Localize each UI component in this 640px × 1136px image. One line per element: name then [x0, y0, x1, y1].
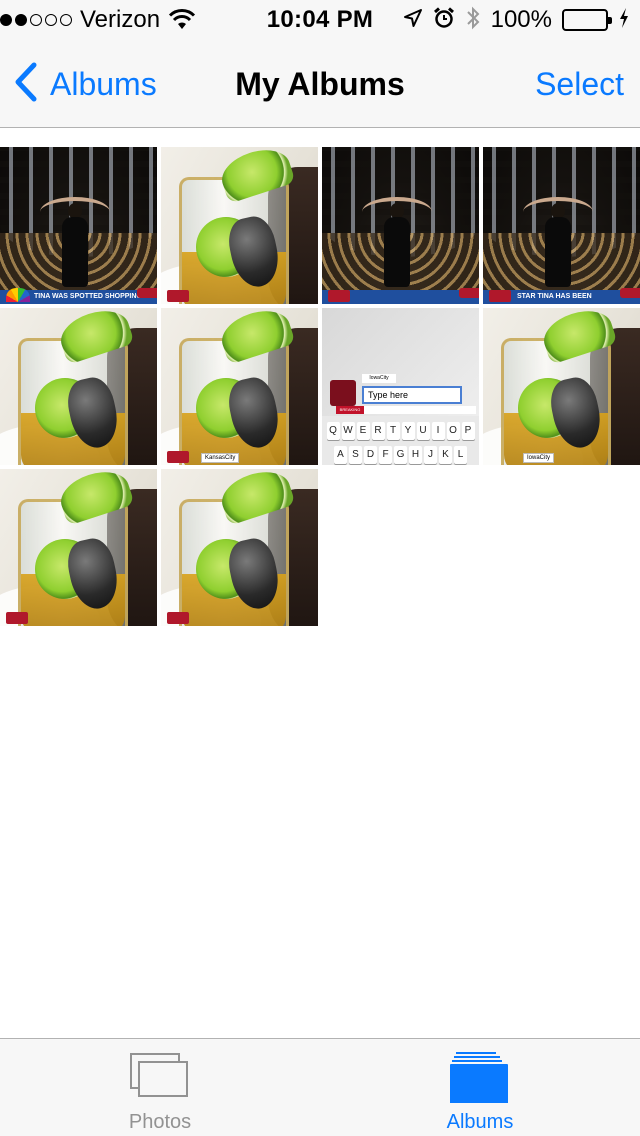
- alarm-icon: [433, 6, 455, 34]
- photo-thumbnail[interactable]: KansasCity: [161, 308, 318, 465]
- tab-photos-label: Photos: [128, 1111, 192, 1133]
- photos-icon: [0, 1051, 320, 1103]
- city-label: IowaCity: [362, 374, 396, 383]
- city-label: KansasCity: [201, 453, 240, 463]
- news-logo-icon: [167, 451, 189, 463]
- albums-icon: [320, 1051, 640, 1104]
- charging-icon: [618, 7, 630, 34]
- key: O: [446, 422, 460, 440]
- breaking-tag: BREAKING: [336, 406, 364, 414]
- tab-photos[interactable]: Photos: [0, 1039, 320, 1136]
- type-here-field: Type here: [362, 386, 462, 404]
- key: D: [364, 446, 377, 464]
- network-logo-icon: [6, 288, 30, 302]
- photo-thumbnail[interactable]: IowaCity Type here BREAKING Q W E R T Y …: [322, 308, 479, 465]
- key: U: [416, 422, 430, 440]
- keyboard-row: Q W E R T Y U I O P: [322, 422, 479, 440]
- battery-percent: 100%: [490, 6, 552, 33]
- news-logo-icon: [6, 612, 28, 624]
- navigation-bar: Albums My Albums Select: [0, 40, 640, 128]
- news-logo-icon: [167, 290, 189, 302]
- news-logo-icon: [167, 612, 189, 624]
- photo-thumbnail[interactable]: [0, 308, 157, 465]
- key: E: [356, 422, 370, 440]
- city-label: IowaCity: [523, 453, 555, 463]
- tab-albums-label: Albums: [446, 1111, 514, 1133]
- news-logo-icon: [328, 290, 350, 302]
- key: P: [461, 422, 475, 440]
- key: Y: [401, 422, 415, 440]
- keyboard: Q W E R T Y U I O P A S D F G H J K L: [322, 422, 479, 465]
- key: G: [394, 446, 407, 464]
- key: I: [431, 422, 445, 440]
- select-button[interactable]: Select: [535, 66, 624, 103]
- photo-thumbnail[interactable]: [0, 469, 157, 626]
- photo-thumbnail[interactable]: IowaCity: [483, 308, 640, 465]
- back-button-label: Albums: [50, 65, 157, 102]
- tab-bar: Photos Albums: [0, 1038, 640, 1136]
- news-logo-icon: [330, 380, 356, 406]
- key: Q: [326, 422, 340, 440]
- status-right: 100%: [403, 6, 630, 34]
- key: J: [424, 446, 437, 464]
- key: S: [349, 446, 362, 464]
- key: W: [341, 422, 355, 440]
- battery-icon: [562, 9, 612, 31]
- key: F: [379, 446, 392, 464]
- key: T: [386, 422, 400, 440]
- photo-thumbnail[interactable]: TINA WAS SPOTTED SHOPPING: [0, 147, 157, 304]
- key: L: [454, 446, 467, 464]
- breaking-bar: BREAKING: [336, 406, 476, 414]
- news-logo-icon: [489, 290, 511, 302]
- photo-thumbnail[interactable]: [161, 147, 318, 304]
- back-button[interactable]: Albums: [14, 62, 157, 107]
- bluetooth-icon: [465, 5, 481, 36]
- key: K: [439, 446, 452, 464]
- photo-thumbnail[interactable]: [161, 469, 318, 626]
- photo-thumbnail[interactable]: STAR TINA HAS BEEN: [483, 147, 640, 304]
- key: A: [334, 446, 347, 464]
- status-bar: Verizon 10:04 PM 100%: [0, 0, 640, 40]
- key: R: [371, 422, 385, 440]
- photo-thumbnail[interactable]: [322, 147, 479, 304]
- key: H: [409, 446, 422, 464]
- location-icon: [403, 8, 423, 33]
- chevron-left-icon: [14, 62, 38, 107]
- keyboard-row: A S D F G H J K L: [322, 446, 479, 464]
- tab-albums[interactable]: Albums: [320, 1039, 640, 1136]
- photo-grid: TINA WAS SPOTTED SHOPPING STAR TINA HAS …: [0, 147, 640, 626]
